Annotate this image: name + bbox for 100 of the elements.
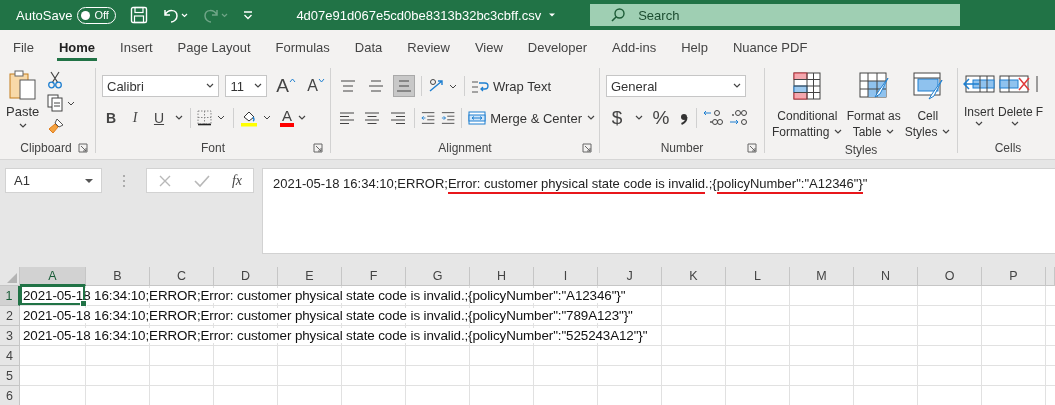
search-icon bbox=[610, 7, 627, 23]
ribbon-tab[interactable]: Help bbox=[672, 30, 717, 64]
column-header[interactable]: M bbox=[790, 267, 854, 286]
delete-button[interactable]: Delete bbox=[998, 70, 1033, 137]
shrink-font-button[interactable]: A bbox=[305, 75, 327, 97]
wrap-text-icon bbox=[471, 78, 489, 94]
increase-decimal-icon[interactable] bbox=[703, 109, 723, 127]
caret-icon bbox=[253, 82, 264, 90]
ribbon-tab[interactable]: File bbox=[4, 30, 43, 64]
wrap-text-button[interactable]: Wrap Text bbox=[471, 75, 552, 97]
column-header[interactable]: N bbox=[854, 267, 918, 286]
column-header[interactable]: E bbox=[278, 267, 342, 286]
ribbon-tab[interactable]: Formulas bbox=[266, 30, 339, 64]
font-name-dropdown[interactable]: Calibri bbox=[102, 75, 220, 97]
cell-styles-button[interactable]: Cell Styles bbox=[904, 70, 951, 140]
row-header[interactable]: 1 bbox=[0, 286, 20, 306]
row-header[interactable]: 6 bbox=[0, 386, 20, 405]
ribbon-tab[interactable]: Insert bbox=[111, 30, 162, 64]
currency-button[interactable]: $ bbox=[606, 107, 628, 129]
ribbon-tab[interactable]: Page Layout bbox=[168, 30, 260, 64]
customize-caret-icon[interactable] bbox=[242, 9, 255, 21]
row-header[interactable]: 4 bbox=[0, 346, 20, 366]
paste-button[interactable]: Paste bbox=[6, 69, 40, 137]
column-header[interactable]: G bbox=[406, 267, 470, 286]
ribbon-tab[interactable]: Home bbox=[49, 30, 105, 64]
dialog-launcher-icon[interactable] bbox=[78, 143, 88, 153]
grow-font-button[interactable]: A bbox=[273, 75, 300, 97]
cell-text: 2021-05-18 16:34:10;ERROR;Error: customer physical state code is invalid.;{policyNumber":"789A123"}" bbox=[23, 308, 635, 323]
clipboard-icon bbox=[7, 69, 38, 101]
group-title: Alignment bbox=[438, 141, 492, 155]
insert-function-button[interactable]: fx bbox=[231, 172, 242, 189]
bold-button[interactable]: B bbox=[102, 107, 120, 129]
column-header[interactable]: J bbox=[598, 267, 662, 286]
name-box[interactable]: A1 bbox=[5, 168, 102, 193]
caret-icon bbox=[205, 82, 216, 90]
ribbon-tab[interactable]: Developer bbox=[518, 30, 597, 64]
down-caret-icon bbox=[317, 78, 325, 83]
row-header[interactable]: 3 bbox=[0, 326, 20, 346]
merge-cells-icon bbox=[468, 110, 487, 126]
underline-button[interactable]: U bbox=[150, 107, 168, 129]
conditional-formatting-button[interactable]: Conditional Formatting bbox=[772, 70, 843, 140]
column-header[interactable]: I bbox=[534, 267, 598, 286]
number-format-dropdown[interactable]: General bbox=[606, 75, 746, 97]
table-brush-icon bbox=[911, 70, 944, 102]
formula-text: 2021-05-18 16:34:10;ERROR;Error: customer physical state code is invalid.;{policyNumber":"A12346"}" bbox=[273, 176, 868, 191]
search-field[interactable]: Search bbox=[590, 4, 961, 26]
enter-check-icon[interactable] bbox=[193, 173, 210, 188]
column-header[interactable]: O bbox=[918, 267, 982, 286]
group-title: Number bbox=[660, 141, 704, 155]
decrease-indent-icon[interactable] bbox=[420, 110, 436, 126]
column-header[interactable]: H bbox=[470, 267, 534, 286]
caret-icon bbox=[17, 122, 28, 130]
align-lines-icon bbox=[338, 110, 355, 126]
column-header[interactable]: P bbox=[982, 267, 1046, 286]
percent-button[interactable]: % bbox=[650, 107, 672, 129]
caret-icon bbox=[732, 82, 742, 90]
drag-handle-icon[interactable] bbox=[122, 174, 126, 188]
formula-input[interactable]: 2021-05-18 16:34:10;ERROR;Error: customer physical state code is invalid.;{policyNumber":"A12346"}" bbox=[262, 168, 1055, 254]
save-icon[interactable] bbox=[130, 6, 149, 24]
row-header[interactable]: 5 bbox=[0, 366, 20, 386]
caret-icon bbox=[832, 128, 843, 136]
highlighted-grid-icon bbox=[791, 70, 824, 102]
ribbon-tab[interactable]: Nuance PDF bbox=[723, 30, 817, 64]
column-header[interactable]: D bbox=[214, 267, 278, 286]
copy-icon[interactable] bbox=[47, 94, 76, 112]
align-lines-icon bbox=[368, 80, 384, 92]
font-color-button[interactable]: A bbox=[280, 109, 307, 127]
column-header[interactable]: B bbox=[86, 267, 150, 286]
autosave-label: AutoSave bbox=[16, 7, 73, 23]
insert-button[interactable]: Insert bbox=[963, 70, 995, 137]
dialog-launcher-icon[interactable] bbox=[747, 143, 757, 153]
increase-indent-icon[interactable] bbox=[441, 110, 456, 126]
ribbon-tab[interactable]: Review bbox=[398, 30, 459, 64]
caret-icon bbox=[297, 114, 307, 122]
column-header[interactable]: C bbox=[150, 267, 214, 286]
decrease-decimal-icon[interactable] bbox=[729, 109, 749, 127]
ribbon-tab[interactable]: Add-ins bbox=[603, 30, 666, 64]
caret-icon bbox=[1010, 120, 1021, 128]
column-header[interactable]: K bbox=[662, 267, 726, 286]
dialog-launcher-icon[interactable] bbox=[313, 143, 323, 153]
borders-icon[interactable] bbox=[197, 110, 227, 126]
ribbon-tab[interactable]: View bbox=[465, 30, 512, 64]
ribbon-tab[interactable]: Data bbox=[345, 30, 392, 64]
merge-center-button[interactable]: Merge & Center bbox=[468, 107, 596, 129]
align-lines-icon bbox=[364, 110, 381, 126]
italic-button[interactable]: I bbox=[126, 107, 144, 129]
dropdown-arrow-icon bbox=[84, 176, 94, 185]
format-button[interactable]: F bbox=[1035, 70, 1044, 137]
font-size-dropdown[interactable]: 11 bbox=[225, 75, 268, 97]
row-header[interactable]: 2 bbox=[0, 306, 20, 326]
group-title: Cells bbox=[994, 141, 1022, 155]
paintbrush-icon[interactable] bbox=[47, 117, 66, 135]
scissors-icon[interactable] bbox=[47, 71, 64, 89]
format-as-table-button[interactable]: Format as Table bbox=[846, 70, 901, 140]
column-header[interactable]: F bbox=[342, 267, 406, 286]
file-name[interactable]: 4d07e91d067e5cd0be8313b32bc3cbff.csv bbox=[296, 7, 542, 23]
align-lines-icon bbox=[340, 80, 356, 92]
group-title: Clipboard bbox=[20, 141, 72, 155]
column-header[interactable]: L bbox=[726, 267, 790, 286]
dialog-launcher-icon[interactable] bbox=[582, 143, 592, 153]
